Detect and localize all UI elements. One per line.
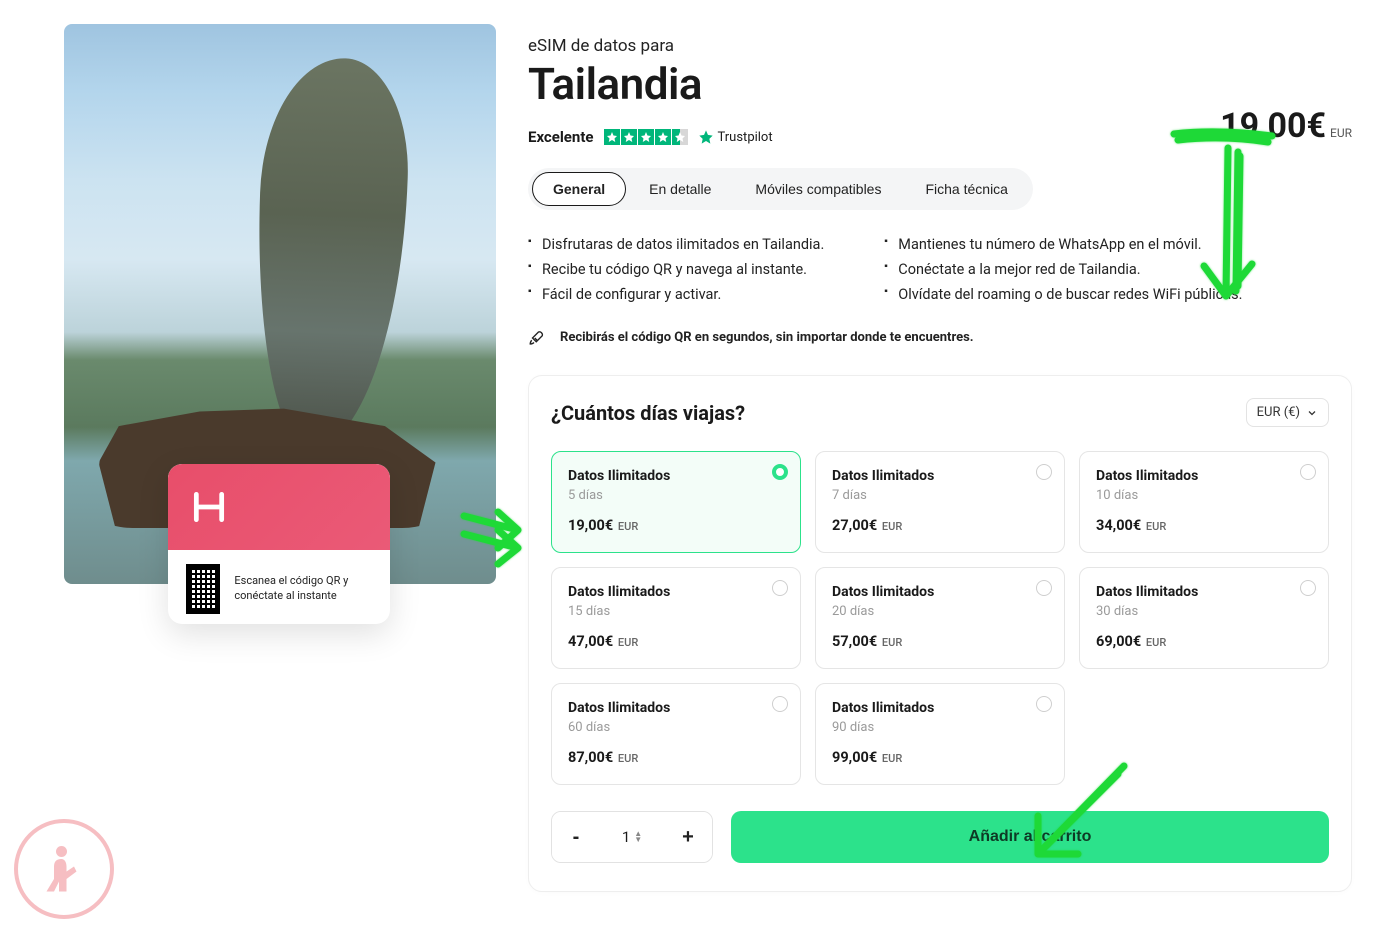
plan-card-name: Datos Ilimitados — [832, 468, 1048, 484]
plan-card[interactable]: Datos Ilimitados 7 días 27,00€ EUR — [815, 451, 1065, 553]
plan-card[interactable]: Datos Ilimitados 30 días 69,00€ EUR — [1079, 567, 1329, 669]
watermark-badge — [14, 819, 114, 919]
quantity-value: 1 ▲▼ — [600, 828, 664, 846]
plan-card[interactable]: Datos Ilimitados 5 días 19,00€ EUR — [551, 451, 801, 553]
star-icon — [655, 129, 671, 145]
quantity-number: 1 — [622, 828, 630, 846]
currency-select-label: EUR (€) — [1257, 405, 1300, 420]
radio-icon — [772, 696, 788, 712]
features-right: Mantienes tu número de WhatsApp en el mó… — [884, 232, 1242, 307]
plan-card-price: 87,00€ EUR — [568, 749, 784, 766]
plan-card-days: 15 días — [568, 604, 784, 619]
plan-card-days: 7 días — [832, 488, 1048, 503]
plan-card-days: 30 días — [1096, 604, 1312, 619]
quantity-spinner-icon[interactable]: ▲▼ — [634, 831, 642, 843]
plan-card-days: 90 días — [832, 720, 1048, 735]
add-to-cart-button[interactable]: Añadir al carrito — [731, 811, 1329, 863]
plan-card-price: 69,00€ EUR — [1096, 633, 1312, 650]
plan-card-days: 5 días — [568, 488, 784, 503]
plan-heading: ¿Cuántos días viajas? — [551, 401, 745, 425]
currency-select[interactable]: EUR (€) — [1246, 398, 1329, 427]
feature-item: Disfrutaras de datos ilimitados en Taila… — [528, 232, 824, 257]
trustpilot-link[interactable]: Trustpilot — [698, 129, 773, 145]
product-tabs: General En detalle Móviles compatibles F… — [528, 168, 1033, 210]
feature-item: Fácil de configurar y activar. — [528, 282, 824, 307]
plan-card-days: 60 días — [568, 720, 784, 735]
trustpilot-label: Trustpilot — [718, 130, 773, 145]
product-price: 19,00€ EUR — [1220, 106, 1352, 146]
radio-icon — [1300, 464, 1316, 480]
price-amount: 19,00€ — [1220, 106, 1326, 146]
rocket-icon — [528, 329, 546, 347]
radio-icon — [1300, 580, 1316, 596]
tab-tech-sheet[interactable]: Ficha técnica — [904, 172, 1028, 206]
plan-card[interactable]: Datos Ilimitados 10 días 34,00€ EUR — [1079, 451, 1329, 553]
qr-code-icon — [186, 564, 220, 614]
trustpilot-stars — [604, 129, 688, 145]
rating-label: Excelente — [528, 128, 594, 146]
star-icon — [604, 129, 620, 145]
plan-card-name: Datos Ilimitados — [832, 584, 1048, 600]
plan-card-price: 19,00€ EUR — [568, 517, 784, 534]
features-left: Disfrutaras de datos ilimitados en Taila… — [528, 232, 824, 307]
plan-card-days: 20 días — [832, 604, 1048, 619]
product-title: Tailandia — [528, 58, 1352, 110]
plan-card-price: 57,00€ EUR — [832, 633, 1048, 650]
plan-card-name: Datos Ilimitados — [1096, 468, 1312, 484]
plan-card[interactable]: Datos Ilimitados 15 días 47,00€ EUR — [551, 567, 801, 669]
plan-card-price: 34,00€ EUR — [1096, 517, 1312, 534]
quantity-increment-button[interactable]: + — [664, 812, 712, 862]
quantity-stepper: - 1 ▲▼ + — [551, 811, 713, 863]
quantity-decrement-button[interactable]: - — [552, 812, 600, 862]
product-pretitle: eSIM de datos para — [528, 36, 1352, 56]
brand-logo-icon — [190, 488, 228, 526]
plan-card-days: 10 días — [1096, 488, 1312, 503]
tab-compatible-phones[interactable]: Móviles compatibles — [734, 172, 902, 206]
radio-icon — [772, 580, 788, 596]
radio-icon — [1036, 580, 1052, 596]
radio-icon — [1036, 464, 1052, 480]
plan-card-name: Datos Ilimitados — [568, 700, 784, 716]
radio-icon — [1036, 696, 1052, 712]
feature-item: Conéctate a la mejor red de Tailandia. — [884, 257, 1242, 282]
qr-info-card: Escanea el código QR y conéctate al inst… — [168, 464, 390, 624]
plan-card-name: Datos Ilimitados — [832, 700, 1048, 716]
qr-card-header — [168, 464, 390, 550]
feature-item: Recibe tu código QR y navega al instante… — [528, 257, 824, 282]
star-icon — [621, 129, 637, 145]
star-icon — [638, 129, 654, 145]
feature-item: Olvídate del roaming o de buscar redes W… — [884, 282, 1242, 307]
plan-card-name: Datos Ilimitados — [568, 468, 784, 484]
star-half-icon — [672, 129, 688, 145]
plan-card-price: 47,00€ EUR — [568, 633, 784, 650]
plan-selector-panel: ¿Cuántos días viajas? EUR (€) Datos Ilim… — [528, 375, 1352, 892]
qr-note-text: Recibirás el código QR en segundos, sin … — [560, 329, 974, 347]
plan-card-price: 27,00€ EUR — [832, 517, 1048, 534]
tab-general[interactable]: General — [532, 172, 626, 206]
feature-item: Mantienes tu número de WhatsApp en el mó… — [884, 232, 1242, 257]
plan-card-name: Datos Ilimitados — [1096, 584, 1312, 600]
radio-icon — [772, 464, 788, 480]
plan-card[interactable]: Datos Ilimitados 60 días 87,00€ EUR — [551, 683, 801, 785]
qr-delivery-note: Recibirás el código QR en segundos, sin … — [528, 329, 1048, 347]
trustpilot-star-icon — [698, 129, 714, 145]
plan-card-name: Datos Ilimitados — [568, 584, 784, 600]
plan-grid: Datos Ilimitados5 días19,00€ EURDatos Il… — [551, 451, 1329, 785]
price-currency: EUR — [1330, 126, 1352, 140]
plan-card[interactable]: Datos Ilimitados 20 días 57,00€ EUR — [815, 567, 1065, 669]
tab-detail[interactable]: En detalle — [628, 172, 732, 206]
qr-card-text: Escanea el código QR y conéctate al inst… — [234, 574, 372, 604]
plan-card-price: 99,00€ EUR — [832, 749, 1048, 766]
plan-card[interactable]: Datos Ilimitados 90 días 99,00€ EUR — [815, 683, 1065, 785]
chevron-down-icon — [1306, 407, 1318, 419]
